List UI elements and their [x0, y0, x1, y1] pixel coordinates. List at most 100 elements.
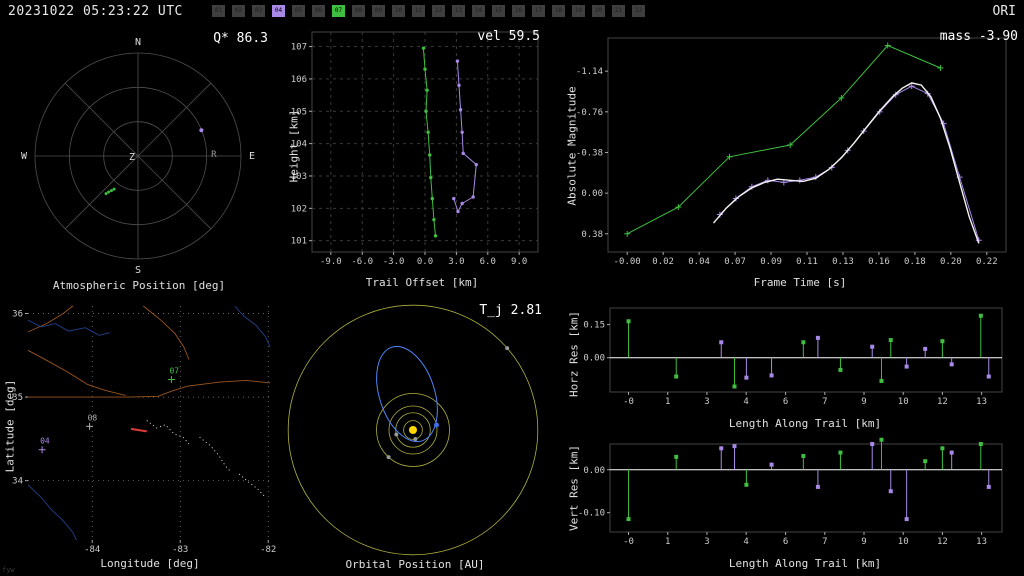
- station-04-marker: [452, 196, 456, 201]
- station-box-04[interactable]: 04: [272, 5, 285, 17]
- station-box-05[interactable]: 05: [292, 5, 305, 17]
- station-box-13[interactable]: 13: [452, 5, 465, 17]
- station-box-14[interactable]: 14: [472, 5, 485, 17]
- planet-jupiter: [505, 346, 510, 351]
- y-tick-label: 0.15: [583, 321, 605, 331]
- height-ylabel: Height [km]: [287, 109, 301, 183]
- residual-marker: [904, 517, 909, 522]
- frame-time-xlabel: Frame Time [s]: [753, 276, 847, 289]
- y-tick-label: 36: [12, 310, 23, 320]
- station-box-22[interactable]: 22: [632, 5, 645, 17]
- y-tick-label: 0.00: [583, 354, 605, 364]
- x-tick-label: 0.04: [688, 257, 710, 267]
- x-tick-label: -6.0: [351, 257, 373, 267]
- y-tick-label: 107: [291, 43, 307, 53]
- residual-marker: [769, 373, 774, 378]
- station-box-15[interactable]: 15: [492, 5, 505, 17]
- trail-offset-xlabel: Trail Offset [km]: [365, 276, 479, 289]
- station-04-marker: [456, 209, 460, 214]
- station-04-line: [453, 61, 477, 213]
- x-tick-label: 3: [704, 537, 709, 547]
- x-tick-label: -0: [623, 397, 634, 407]
- planet-mercury: [413, 437, 418, 442]
- station-box-02[interactable]: 02: [232, 5, 245, 17]
- x-tick-label: -0.00: [614, 257, 641, 267]
- residual-marker: [732, 384, 737, 389]
- station-box-03[interactable]: 03: [252, 5, 265, 17]
- x-tick-label: 0.20: [940, 257, 962, 267]
- x-tick-label: 0.11: [796, 257, 818, 267]
- station-box-19[interactable]: 19: [572, 5, 585, 17]
- station-box-08[interactable]: 08: [352, 5, 365, 17]
- station-box-18[interactable]: 18: [552, 5, 565, 17]
- station-box-06[interactable]: 06: [312, 5, 325, 17]
- x-tick-label: -0: [623, 537, 634, 547]
- residual-marker: [923, 459, 928, 464]
- station-box-10[interactable]: 10: [392, 5, 405, 17]
- station-04-marker: [458, 107, 463, 112]
- station-box-20[interactable]: 20: [592, 5, 605, 17]
- x-tick-label: 9: [861, 537, 866, 547]
- polar-spoke: [137, 82, 212, 157]
- residual-marker: [674, 374, 679, 379]
- station-box-17[interactable]: 17: [532, 5, 545, 17]
- ground-track-map-chart: -84 -83 -82363534040708: [12, 305, 276, 555]
- residual-marker: [986, 484, 991, 489]
- height-profile-chart: -9.0 -6.0 -3.0 0.0 3.0 6.0 9.01011021031041051…: [291, 31, 539, 267]
- station-box-21[interactable]: 21: [612, 5, 625, 17]
- station-box-12[interactable]: 12: [432, 5, 445, 17]
- atmospheric-point: [109, 189, 113, 193]
- x-tick-label: 3.0: [448, 257, 464, 267]
- residual-marker: [888, 489, 893, 494]
- map-feature-border: [27, 349, 126, 396]
- station-marker-label: 07: [169, 367, 179, 376]
- x-tick-label: 4: [743, 397, 748, 407]
- map-feature-lake-shore: [146, 420, 190, 445]
- x-tick-label: 7: [822, 397, 827, 407]
- station-07-marker: [432, 217, 436, 222]
- station-07-line: [626, 44, 941, 235]
- x-tick-label: 7: [822, 537, 827, 547]
- utc-timestamp: 20231022 05:23:22 UTC: [8, 4, 183, 19]
- vert-res-ylabel: Vert Res [km]: [567, 444, 581, 532]
- residual-marker: [744, 375, 749, 380]
- polar-spoke: [64, 82, 139, 157]
- station-box-11[interactable]: 11: [412, 5, 425, 17]
- model-fit-line: [712, 82, 980, 244]
- station-box-09[interactable]: 09: [372, 5, 385, 17]
- vertical-residuals-chart: -0 1 3 4 6 7 9 10 12 130.00-0.10: [578, 437, 1003, 547]
- planet-earth: [433, 422, 439, 428]
- x-tick-label: 0.0: [417, 257, 433, 267]
- residual-marker: [949, 450, 954, 455]
- light-curve-chart: -0.00 0.02 0.04 0.07 0.09 0.11 0.13 0.16 0.18 0.2…: [576, 37, 1007, 267]
- atmos-xlabel: Atmospheric Position [deg]: [52, 279, 226, 292]
- station-07-marker: [426, 130, 430, 134]
- x-tick-label: 13: [976, 397, 987, 407]
- longitude-xlabel: Longitude [deg]: [100, 557, 200, 570]
- station-box-01[interactable]: 01: [212, 5, 225, 17]
- residual-marker: [904, 364, 909, 369]
- y-tick-label: -0.10: [578, 509, 605, 519]
- station-box-07[interactable]: 07: [332, 5, 345, 17]
- station-07-marker: [433, 234, 438, 238]
- horizontal-residuals-chart: -0 1 3 4 6 7 9 10 12 130.150.00: [583, 307, 1003, 407]
- x-tick-label: -83: [172, 545, 188, 555]
- planet-mars: [386, 455, 391, 460]
- residual-marker: [978, 442, 983, 446]
- x-tick-label: -9.0: [320, 257, 342, 267]
- station-04-marker: [474, 162, 478, 167]
- compass-label-S: S: [135, 265, 141, 276]
- plot-frame: [609, 307, 1003, 393]
- station-indicator-row: 01 02 03 04 05 06 07 08 09 10 11 12 13 14 15 16 17 18 19 20…: [212, 5, 645, 17]
- radiant-label: R: [211, 150, 217, 160]
- station-07-marker: [421, 46, 426, 50]
- planet-venus: [394, 432, 399, 437]
- residual-marker: [879, 378, 884, 383]
- residual-marker: [838, 367, 843, 372]
- mass-annotation: mass -3.90: [939, 29, 1018, 44]
- residual-marker: [719, 340, 724, 345]
- x-tick-label: 4: [743, 537, 748, 547]
- residual-marker: [870, 442, 875, 446]
- station-box-16[interactable]: 16: [512, 5, 525, 17]
- x-tick-label: -3.0: [383, 257, 405, 267]
